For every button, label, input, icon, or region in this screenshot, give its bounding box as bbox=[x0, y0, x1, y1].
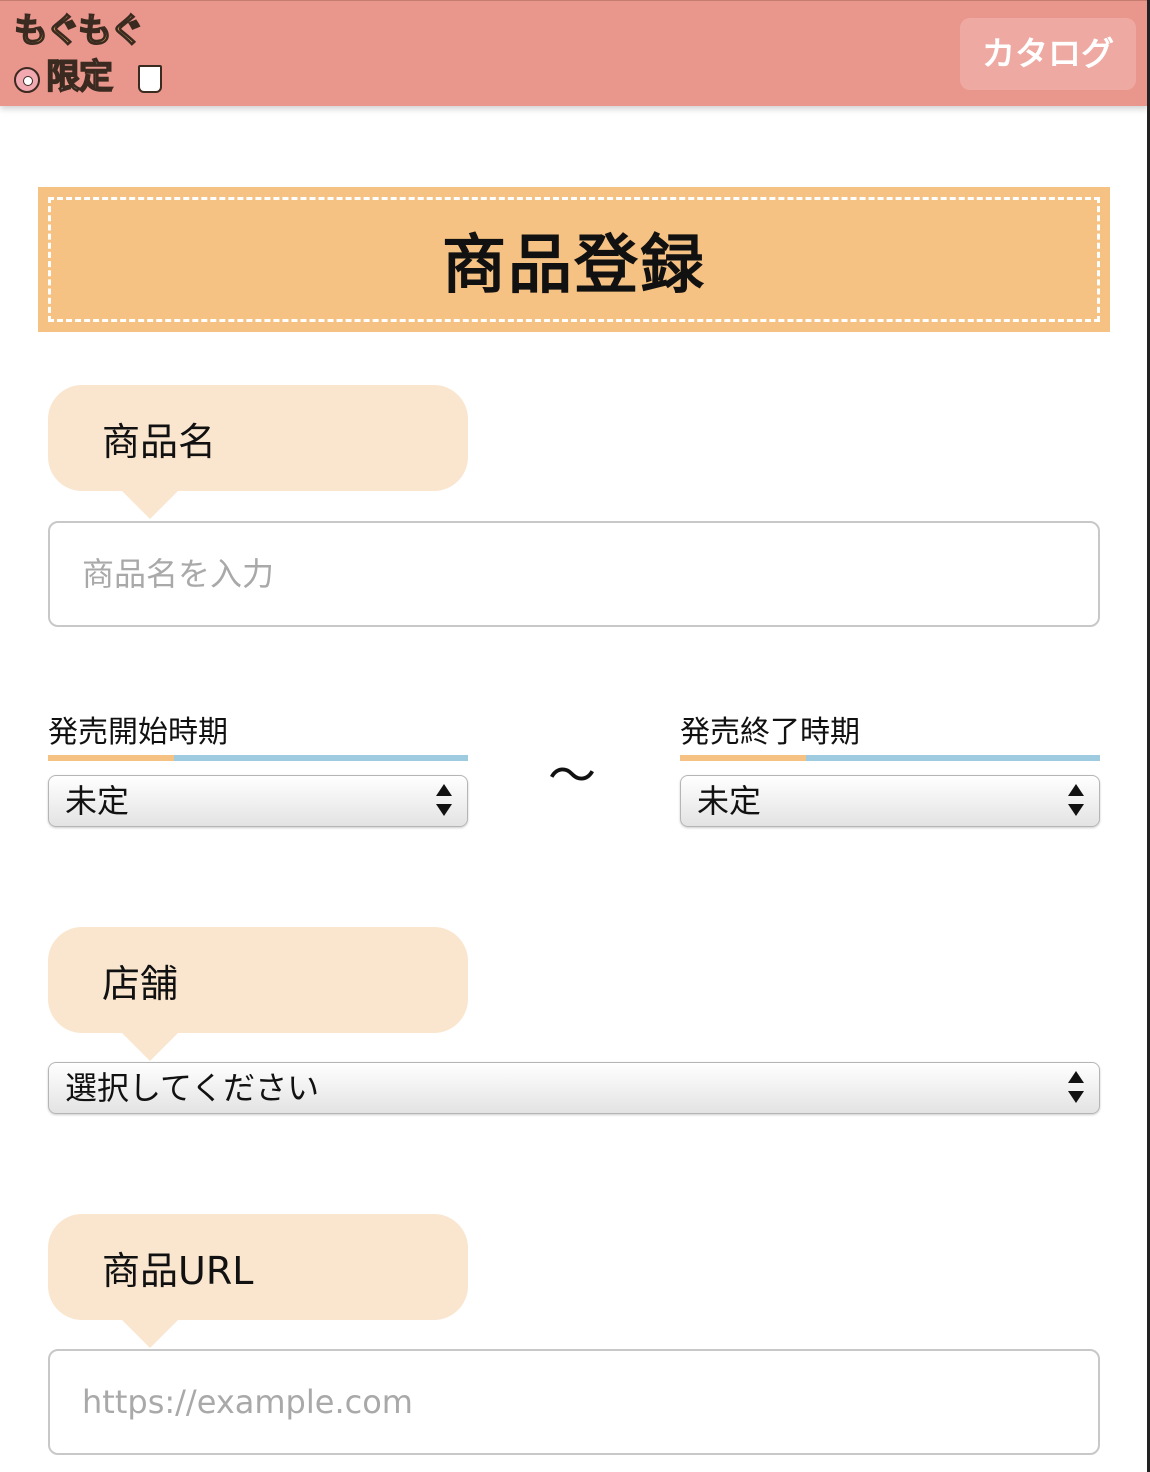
release-start-underline bbox=[48, 755, 468, 761]
release-end-selected: 未定 bbox=[697, 782, 762, 820]
release-end-underline bbox=[680, 755, 1100, 761]
store-label: 店舗 bbox=[48, 927, 468, 1061]
select-arrows-icon bbox=[435, 782, 455, 820]
logo[interactable]: もぐもぐ 限定 bbox=[13, 10, 164, 99]
donut-icon bbox=[14, 67, 40, 93]
release-end-select[interactable]: 未定 bbox=[680, 775, 1100, 827]
page-title-box: 商品登録 bbox=[38, 187, 1110, 332]
app-header: もぐもぐ 限定 カタログ bbox=[0, 0, 1148, 106]
product-name-input[interactable] bbox=[48, 521, 1100, 627]
cup-icon bbox=[138, 65, 162, 93]
catalog-button[interactable]: カタログ bbox=[960, 18, 1136, 90]
period-separator: 〜 bbox=[548, 748, 597, 804]
logo-text-line1: もぐもぐ bbox=[13, 10, 145, 52]
product-url-input[interactable] bbox=[48, 1349, 1100, 1455]
store-selected: 選択してください bbox=[65, 1069, 320, 1107]
release-end-label: 発売終了時期 bbox=[680, 715, 860, 750]
release-start-selected: 未定 bbox=[65, 782, 130, 820]
store-select[interactable]: 選択してください bbox=[48, 1062, 1100, 1114]
page-title: 商品登録 bbox=[442, 228, 706, 303]
release-start-label: 発売開始時期 bbox=[48, 715, 228, 750]
logo-text-line2: 限定 bbox=[45, 56, 114, 98]
product-url-label: 商品URL bbox=[48, 1214, 468, 1348]
select-arrows-icon bbox=[1067, 1069, 1087, 1107]
product-name-label: 商品名 bbox=[48, 385, 468, 519]
release-start-select[interactable]: 未定 bbox=[48, 775, 468, 827]
page-title-frame: 商品登録 bbox=[48, 197, 1100, 322]
select-arrows-icon bbox=[1067, 782, 1087, 820]
